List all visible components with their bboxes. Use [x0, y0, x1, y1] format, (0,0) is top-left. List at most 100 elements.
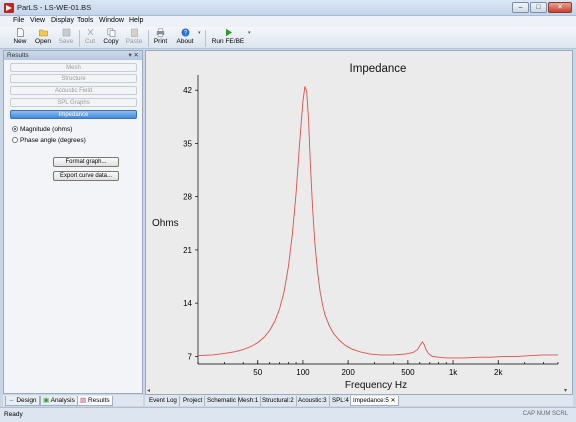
- window-title: ParLS - LS-WE-01.BS: [17, 3, 92, 12]
- x-tick-label: 200: [341, 368, 355, 377]
- phase-angle-label: Phase angle (degrees): [20, 137, 86, 144]
- document-tabs: Event Log Project Schematic Mesh:1 Structura…: [145, 395, 573, 406]
- copy-label: Copy: [103, 38, 119, 45]
- y-tick-label: 42: [183, 86, 192, 95]
- doc-tab-label: Event Log: [149, 397, 177, 404]
- x-tick-label: 500: [401, 368, 415, 377]
- save-button[interactable]: Save: [56, 28, 76, 49]
- tab-analysis-label: Analysis: [50, 397, 75, 404]
- tab-design-label: Design: [16, 397, 37, 404]
- doc-tab-project[interactable]: Project: [181, 396, 206, 406]
- open-label: Open: [35, 38, 51, 45]
- x-tick-label: 100: [296, 368, 310, 377]
- status-bar: Ready CAP NUM SCRL: [0, 407, 576, 422]
- print-icon: [156, 28, 165, 37]
- design-icon: ⇔: [8, 397, 15, 404]
- scroll-left-icon[interactable]: ◂: [147, 387, 150, 394]
- mesh-button[interactable]: Mesh: [10, 63, 137, 72]
- results-icon: ▧: [80, 397, 87, 404]
- menu-view[interactable]: View: [30, 17, 45, 24]
- impedance-button[interactable]: Impedance: [10, 110, 137, 119]
- export-curve-data-button[interactable]: Export curve data...: [53, 171, 119, 181]
- format-graph-button[interactable]: Format graph...: [53, 157, 119, 167]
- radio-unchecked-icon: [12, 137, 18, 144]
- panel-controls[interactable]: ▾ ✕: [128, 51, 139, 59]
- impedance-curve: [197, 86, 558, 359]
- doc-tab-mesh-1[interactable]: Mesh:1: [236, 396, 262, 406]
- copy-icon: [107, 28, 115, 37]
- tab-design[interactable]: ⇔ Design: [5, 396, 40, 406]
- status-text: Ready: [4, 411, 23, 418]
- about-button[interactable]: ? About: [174, 28, 196, 49]
- x-axis-label: Frequency Hz: [345, 380, 407, 391]
- toolbar-overflow-icon[interactable]: ▾: [248, 30, 251, 36]
- print-label: Print: [153, 38, 168, 45]
- panel-tabs: ⇔ Design ▣ Analysis ▧ Results: [3, 395, 143, 406]
- tab-analysis[interactable]: ▣ Analysis: [40, 396, 78, 406]
- x-tick-label: 50: [253, 368, 262, 377]
- magnitude-label: Magnitude (ohms): [20, 126, 73, 133]
- chart-ticks: 7 14 21 28 35 42 50 100 200 500 1k 2k: [183, 86, 559, 377]
- phase-angle-radio[interactable]: Phase angle (degrees): [12, 137, 86, 144]
- y-tick-label: 14: [183, 299, 192, 308]
- doc-tab-acoustic-3[interactable]: Acoustic:3: [296, 396, 330, 406]
- minimize-button[interactable]: –: [512, 2, 529, 13]
- about-label: About: [176, 38, 194, 45]
- doc-tab-label: Impedance:5: [353, 397, 389, 404]
- doc-tab-label: Acoustic:3: [298, 397, 327, 404]
- print-button[interactable]: Print: [150, 28, 171, 49]
- doc-tab-schematic[interactable]: Schematic: [205, 396, 239, 406]
- title-bar: ParLS - LS-WE-01.BS – □ ✕: [0, 0, 576, 16]
- spl-graphs-button[interactable]: SPL Graphs: [10, 98, 137, 107]
- new-label: New: [13, 38, 27, 45]
- doc-tab-label: Schematic: [207, 397, 236, 404]
- new-file-icon: [16, 28, 24, 37]
- doc-tab-impedance-5[interactable]: Impedance:5 ✕: [350, 396, 399, 406]
- y-axis-label: Ohms: [152, 218, 179, 229]
- x-tick-label: 2k: [494, 368, 503, 377]
- paste-icon: [130, 28, 138, 37]
- doc-tab-spl-4[interactable]: SPL:4: [330, 396, 352, 406]
- toolbar-separator: [148, 30, 149, 47]
- cut-icon: [87, 28, 93, 36]
- doc-tab-label: SPL:4: [332, 397, 349, 404]
- paste-button[interactable]: Paste: [123, 28, 145, 49]
- save-icon: [62, 28, 70, 37]
- run-fe-be-button[interactable]: Run FE/BE: [209, 28, 247, 49]
- open-button[interactable]: Open: [33, 28, 53, 49]
- copy-button[interactable]: Copy: [100, 28, 122, 49]
- chart-axes: [197, 75, 558, 365]
- menu-bar: File View Display Tools Window Help: [0, 16, 576, 27]
- toolbar-overflow-icon[interactable]: ▾: [198, 30, 201, 36]
- tab-results-label: Results: [87, 397, 110, 404]
- paste-label: Paste: [125, 38, 143, 45]
- menu-help[interactable]: Help: [129, 17, 143, 24]
- cut-button[interactable]: Cut: [81, 28, 99, 49]
- menu-file[interactable]: File: [13, 17, 24, 24]
- tab-results[interactable]: ▧ Results: [77, 396, 113, 406]
- save-label: Save: [58, 38, 74, 45]
- app-icon: [4, 3, 14, 13]
- structure-button[interactable]: Structure: [10, 74, 137, 83]
- impedance-chart: Impedance Ohms Frequency Hz 7 14 21 28 35 42 5…: [152, 63, 559, 391]
- acoustic-field-button[interactable]: Acoustic Field: [10, 86, 137, 95]
- impedance-graph[interactable]: Impedance Ohms Frequency Hz 7 14 21 28 35 42 5…: [145, 50, 573, 395]
- toolbar-separator: [205, 30, 206, 47]
- radio-checked-icon: [12, 126, 18, 133]
- toolbar: New Open Save Cut Copy Paste Print ? Abo…: [0, 27, 576, 49]
- close-button[interactable]: ✕: [548, 2, 572, 13]
- y-tick-label: 28: [183, 193, 192, 202]
- results-panel: Results ▾ ✕ Mesh Structure Acoustic Fiel…: [3, 50, 143, 394]
- doc-tab-label: Mesh:1: [238, 397, 259, 404]
- magnitude-radio[interactable]: Magnitude (ohms): [12, 126, 72, 133]
- close-tab-icon[interactable]: ✕: [389, 397, 396, 404]
- open-folder-icon: [38, 29, 48, 37]
- scroll-down-icon[interactable]: ▾: [564, 387, 567, 394]
- menu-tools[interactable]: Tools: [77, 17, 93, 24]
- doc-tab-event-log[interactable]: Event Log: [147, 396, 180, 406]
- doc-tab-structural-2[interactable]: Structural:2: [260, 396, 297, 406]
- new-button[interactable]: New: [10, 28, 30, 49]
- menu-window[interactable]: Window: [99, 17, 124, 24]
- menu-display[interactable]: Display: [51, 17, 74, 24]
- maximize-button[interactable]: □: [530, 2, 547, 13]
